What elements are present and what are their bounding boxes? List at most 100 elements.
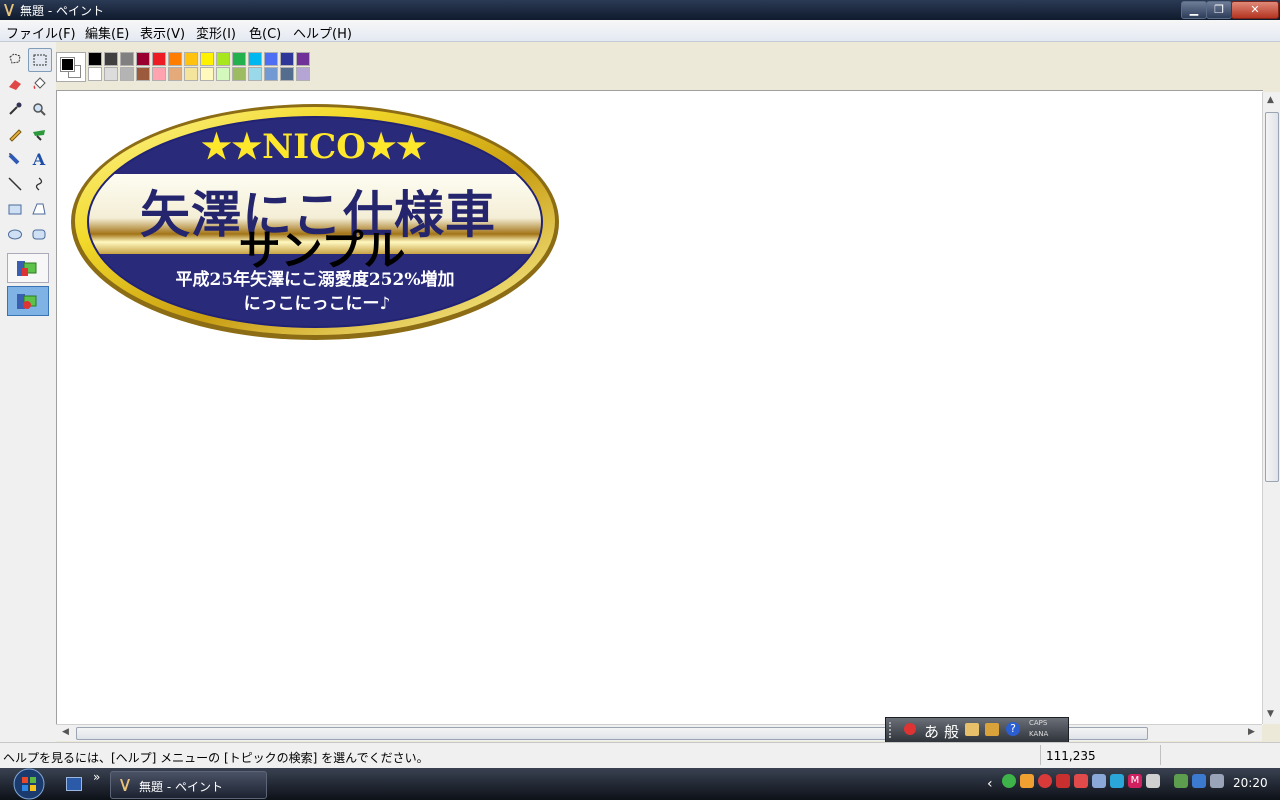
ime-mode[interactable]: あ xyxy=(924,721,939,742)
menu-file[interactable]: ファイル(F) xyxy=(6,23,76,42)
palette-swatch[interactable] xyxy=(120,52,134,66)
title-bar: 無題 - ペイント ▁ ❐ ✕ xyxy=(0,0,1280,20)
palette-swatch[interactable] xyxy=(88,67,102,81)
ime-tools-icon[interactable] xyxy=(985,723,999,736)
tray-app-icon[interactable] xyxy=(1020,774,1034,788)
tray-app-icon[interactable] xyxy=(1092,774,1106,788)
palette-swatch[interactable] xyxy=(136,52,150,66)
horizontal-scrollbar[interactable]: ◀ ▶ xyxy=(56,724,1262,741)
tray-chevron-icon[interactable]: ‹ xyxy=(987,776,993,792)
tray-mail-icon[interactable]: M xyxy=(1128,774,1142,788)
tray-security-icon[interactable] xyxy=(1038,774,1052,788)
menu-edit[interactable]: 編集(E) xyxy=(85,23,129,42)
color-picker-tool[interactable] xyxy=(4,98,26,120)
start-button-icon[interactable] xyxy=(8,768,50,800)
text-tool[interactable]: A xyxy=(28,148,50,170)
drawing-canvas[interactable]: ★★NICO★★ 矢澤にこ仕様車 サンプル 平成25年矢澤にこ溺愛度252%増加… xyxy=(61,93,1261,723)
status-help-text: ヘルプを見るには、[ヘルプ] メニューの [トピックの検索] を選んでください。 xyxy=(3,751,429,765)
transparency-option-transparent[interactable] xyxy=(7,286,49,316)
menu-image[interactable]: 変形(I) xyxy=(196,23,236,42)
paint-app-icon xyxy=(4,4,14,16)
vertical-scroll-thumb[interactable] xyxy=(1265,112,1279,482)
status-divider xyxy=(1160,745,1161,765)
scroll-right-icon[interactable]: ▶ xyxy=(1248,727,1255,737)
curve-tool[interactable] xyxy=(28,173,50,195)
quicklaunch-more-icon[interactable]: » xyxy=(93,770,100,784)
minimize-button[interactable]: ▁ xyxy=(1181,1,1207,19)
close-button[interactable]: ✕ xyxy=(1231,1,1279,19)
tray-app-icon[interactable] xyxy=(1074,774,1088,788)
current-colors[interactable] xyxy=(56,52,86,82)
tray-network-icon[interactable] xyxy=(1192,774,1206,788)
text-icon: A xyxy=(32,149,46,169)
tray-app-icon[interactable] xyxy=(1002,774,1016,788)
taskbar-clock[interactable]: 20:20 xyxy=(1233,776,1268,790)
rounded-rect-tool[interactable] xyxy=(28,223,50,245)
ime-status-icon[interactable] xyxy=(904,723,916,735)
magnifier-tool[interactable] xyxy=(28,98,50,120)
free-select-tool[interactable] xyxy=(4,48,26,70)
ellipse-tool[interactable] xyxy=(4,223,26,245)
menu-view[interactable]: 表示(V) xyxy=(140,23,185,42)
palette-swatch[interactable] xyxy=(280,52,294,66)
pencil-tool[interactable] xyxy=(4,123,26,145)
show-desktop-icon[interactable] xyxy=(66,777,82,791)
palette-swatch[interactable] xyxy=(184,67,198,81)
ime-grip-icon[interactable] xyxy=(889,722,899,738)
palette-swatch[interactable] xyxy=(200,67,214,81)
status-bar: ヘルプを見るには、[ヘルプ] メニューの [トピックの検索] を選んでください。… xyxy=(0,742,1280,769)
palette-swatch[interactable] xyxy=(232,67,246,81)
tray-app-icon[interactable] xyxy=(1146,774,1160,788)
rect-select-tool[interactable] xyxy=(28,48,52,72)
scroll-left-icon[interactable]: ◀ xyxy=(62,727,69,737)
scroll-down-icon[interactable]: ▼ xyxy=(1267,709,1274,719)
maximize-button[interactable]: ❐ xyxy=(1206,1,1232,19)
tray-device-icon[interactable] xyxy=(1174,774,1188,788)
palette-swatch[interactable] xyxy=(104,67,118,81)
palette-swatch[interactable] xyxy=(280,67,294,81)
palette-swatch[interactable] xyxy=(264,52,278,66)
menu-colors[interactable]: 色(C) xyxy=(249,23,281,42)
scroll-up-icon[interactable]: ▲ xyxy=(1267,95,1274,105)
transparency-option-opaque[interactable] xyxy=(7,253,49,283)
rect-select-icon xyxy=(33,54,47,66)
palette-swatch[interactable] xyxy=(232,52,246,66)
palette-swatch[interactable] xyxy=(168,67,182,81)
color-palette xyxy=(56,44,326,88)
line-tool[interactable] xyxy=(4,173,26,195)
palette-swatch[interactable] xyxy=(104,52,118,66)
eraser-icon xyxy=(9,80,21,90)
palette-swatch[interactable] xyxy=(216,52,230,66)
menu-help[interactable]: ヘルプ(H) xyxy=(293,23,352,42)
palette-swatch[interactable] xyxy=(184,52,198,66)
palette-swatch[interactable] xyxy=(88,52,102,66)
palette-swatch[interactable] xyxy=(120,67,134,81)
ime-conversion-mode[interactable]: 般 xyxy=(944,721,959,742)
palette-swatch[interactable] xyxy=(296,67,310,81)
airbrush-tool[interactable] xyxy=(4,148,26,170)
vertical-scrollbar[interactable]: ▲ ▼ xyxy=(1262,92,1280,724)
ime-help-icon[interactable]: ? xyxy=(1006,722,1020,736)
palette-swatch[interactable] xyxy=(152,67,166,81)
palette-swatch[interactable] xyxy=(136,67,150,81)
tray-app-icon[interactable] xyxy=(1056,774,1070,788)
brush-tool[interactable] xyxy=(28,123,50,145)
fill-bucket-icon xyxy=(33,77,46,89)
palette-swatch[interactable] xyxy=(216,67,230,81)
rectangle-tool[interactable] xyxy=(4,198,26,220)
canvas-area[interactable]: ★★NICO★★ 矢澤にこ仕様車 サンプル 平成25年矢澤にこ溺愛度252%増加… xyxy=(56,90,1263,725)
tray-app-icon[interactable] xyxy=(1110,774,1124,788)
palette-swatch[interactable] xyxy=(168,52,182,66)
palette-swatch[interactable] xyxy=(200,52,214,66)
fill-tool[interactable] xyxy=(28,73,50,95)
taskbar-window-button[interactable]: 無題 - ペイント xyxy=(110,771,267,799)
polygon-tool[interactable] xyxy=(28,198,50,220)
ime-pad-icon[interactable] xyxy=(965,723,979,736)
eraser-tool[interactable] xyxy=(4,73,26,95)
palette-swatch[interactable] xyxy=(248,52,262,66)
palette-swatch[interactable] xyxy=(264,67,278,81)
palette-swatch[interactable] xyxy=(152,52,166,66)
tray-volume-icon[interactable] xyxy=(1210,774,1224,788)
palette-swatch[interactable] xyxy=(296,52,310,66)
palette-swatch[interactable] xyxy=(248,67,262,81)
